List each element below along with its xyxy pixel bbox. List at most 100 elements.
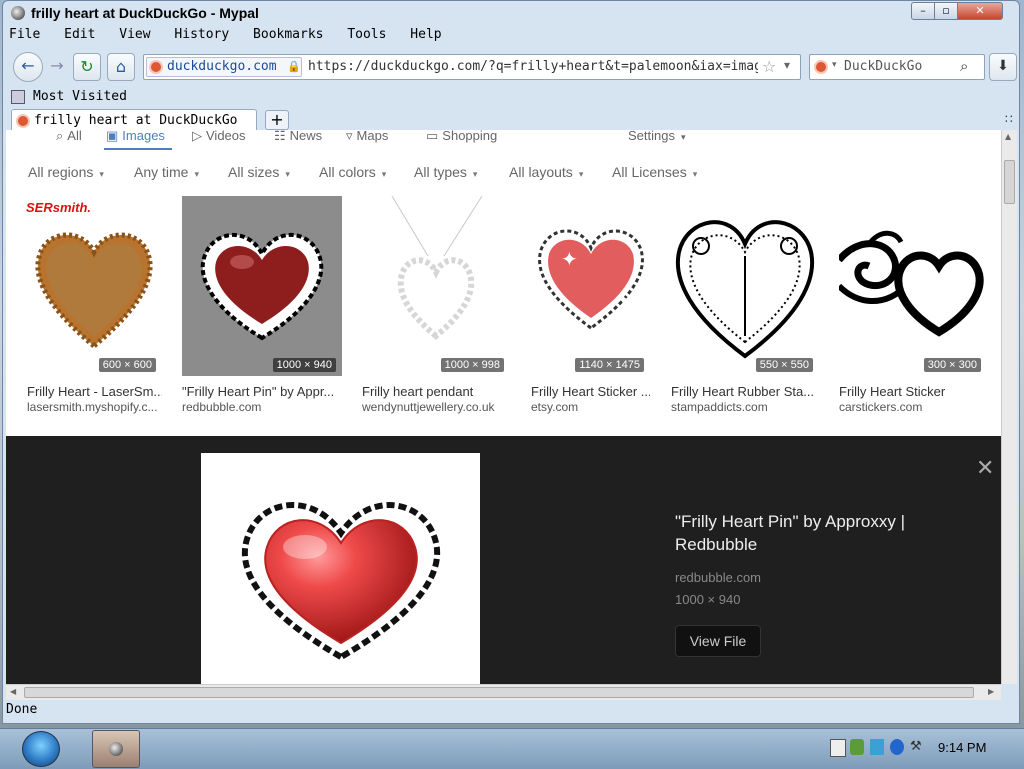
maximize-button[interactable]: ▫ — [934, 2, 958, 20]
download-arrow-icon: ⬇ — [997, 58, 1009, 74]
detail-dimensions: 1000 × 940 — [675, 592, 741, 607]
filter-regions[interactable]: All regions ▾ — [28, 164, 104, 180]
forward-button[interactable]: → — [43, 53, 71, 81]
minimize-button[interactable]: – — [911, 2, 935, 20]
back-button[interactable]: ← — [13, 52, 43, 82]
filter-sizes[interactable]: All sizes ▾ — [228, 164, 290, 180]
image-result-4[interactable]: ✦ ✦ 1140 × 1475 — [531, 196, 650, 376]
vertical-scrollbar[interactable]: ▲ — [1001, 130, 1017, 684]
bookmark-star-icon[interactable]: ☆ — [762, 57, 776, 76]
result-caption[interactable]: Frilly heart pendant — [362, 384, 510, 399]
filter-layouts[interactable]: All layouts ▾ — [509, 164, 583, 180]
menu-view[interactable]: View — [119, 27, 150, 42]
result-source[interactable]: etsy.com — [531, 400, 650, 414]
search-bar[interactable]: ▾ DuckDuckGo ⌕ — [809, 54, 985, 80]
result-source[interactable]: stampaddicts.com — [671, 400, 819, 414]
menu-edit[interactable]: Edit — [64, 27, 95, 42]
serp-tab-maps[interactable]: ▿ Maps — [346, 130, 388, 144]
taskbar-clock[interactable]: 9:14 PM — [938, 740, 986, 755]
serp-tab-videos[interactable]: ▷ Videos — [192, 130, 246, 144]
horizontal-scrollbar[interactable]: ◀ ▶ — [6, 684, 1001, 700]
search-engine-dropdown-icon[interactable]: ▾ — [832, 60, 837, 70]
tab-strip: frilly heart at DuckDuckGo + ∷ — [9, 109, 1019, 133]
image-result-1[interactable]: SERsmith. 600 × 600 — [26, 196, 162, 376]
search-input[interactable]: DuckDuckGo — [844, 59, 922, 74]
menu-bookmarks[interactable]: Bookmarks — [253, 27, 323, 42]
url-text[interactable]: https://duckduckgo.com/?q=frilly+heart&t… — [308, 59, 758, 74]
image-result-2[interactable]: 1000 × 940 — [182, 196, 342, 376]
scroll-up-icon[interactable]: ▲ — [1005, 132, 1011, 141]
serp-tab-images[interactable]: ▣ Images — [106, 130, 165, 144]
search-icon[interactable]: ⌕ — [960, 57, 968, 75]
chevron-down-icon: ▾ — [381, 169, 387, 179]
detail-domain[interactable]: redbubble.com — [675, 570, 761, 585]
result-caption[interactable]: Frilly Heart Rubber Sta... — [671, 384, 819, 399]
filter-time[interactable]: Any time ▾ — [134, 164, 199, 180]
result-source[interactable]: wendynuttjewellery.co.uk — [362, 400, 510, 414]
mypal-app-icon — [109, 742, 123, 756]
security-icon[interactable] — [850, 739, 864, 755]
result-image — [26, 196, 162, 376]
detail-preview-image[interactable] — [201, 453, 480, 684]
reload-icon: ↻ — [80, 57, 94, 76]
settings-dropdown[interactable]: Settings ▾ — [628, 130, 686, 143]
result-caption[interactable]: "Frilly Heart Pin" by Appr... — [182, 384, 340, 399]
detail-title[interactable]: "Frilly Heart Pin" by Approxxy | Redbubb… — [675, 510, 945, 556]
close-icon[interactable]: ✕ — [976, 456, 994, 481]
url-dropdown-icon[interactable]: ▾ — [784, 58, 790, 72]
menu-tools[interactable]: Tools — [347, 27, 386, 42]
scroll-left-icon[interactable]: ◀ — [10, 687, 16, 696]
most-visited-bookmark[interactable]: Most Visited — [33, 89, 127, 104]
serp-tab-shopping[interactable]: ▭ Shopping — [426, 130, 497, 144]
result-image — [362, 196, 510, 376]
tools-icon[interactable]: ⚒ — [910, 739, 924, 755]
filter-types[interactable]: All types ▾ — [414, 164, 477, 180]
status-text: Done — [6, 702, 38, 717]
downloads-button[interactable]: ⬇ — [989, 53, 1017, 81]
chevron-down-icon: ▾ — [680, 132, 686, 142]
result-source[interactable]: carstickers.com — [839, 400, 987, 414]
taskbar-mypal-button[interactable] — [92, 730, 140, 768]
close-window-button[interactable]: ✕ — [957, 2, 1003, 20]
result-caption[interactable]: Frilly Heart Sticker — [839, 384, 987, 399]
chevron-down-icon: ▾ — [578, 169, 584, 179]
image-dimensions: 1140 × 1475 — [575, 358, 644, 372]
image-detail-pane: "Frilly Heart Pin" by Approxxy | Redbubb… — [6, 436, 1001, 684]
chevron-down-icon: ▾ — [194, 169, 199, 179]
tab-list-icon[interactable]: ∷ — [1005, 112, 1013, 126]
horizontal-scroll-thumb[interactable] — [24, 687, 974, 698]
menu-help[interactable]: Help — [410, 27, 441, 42]
network-icon[interactable] — [870, 739, 884, 755]
image-result-6[interactable]: 300 × 300 — [839, 196, 987, 376]
filter-colors[interactable]: All colors ▾ — [319, 164, 386, 180]
scroll-right-icon[interactable]: ▶ — [988, 687, 994, 696]
vertical-scroll-thumb[interactable] — [1004, 160, 1015, 204]
address-bar[interactable]: duckduckgo.com 🔒 https://duckduckgo.com/… — [143, 54, 801, 80]
view-file-button[interactable]: View File — [675, 625, 761, 657]
menu-file[interactable]: File — [9, 27, 40, 42]
globe-icon[interactable] — [890, 739, 904, 755]
chevron-down-icon: ▾ — [692, 169, 698, 179]
menu-history[interactable]: History — [174, 27, 229, 42]
image-result-3[interactable]: 1000 × 998 — [362, 196, 510, 376]
start-button[interactable] — [22, 731, 60, 767]
duckduckgo-favicon-icon — [149, 60, 163, 74]
taskbar: ⚒ 9:14 PM — [0, 728, 1024, 769]
action-center-icon[interactable] — [830, 739, 846, 757]
result-caption[interactable]: Frilly Heart Sticker ... — [531, 384, 650, 399]
serp-tab-news[interactable]: ☷ News — [274, 130, 322, 144]
result-source[interactable]: lasersmith.myshopify.c... — [27, 400, 162, 414]
serp-tab-all[interactable]: ⌕ All — [56, 130, 82, 144]
result-caption[interactable]: Frilly Heart - LaserSm... — [27, 384, 162, 399]
site-identity-badge[interactable]: duckduckgo.com 🔒 — [146, 57, 302, 77]
result-source[interactable]: redbubble.com — [182, 400, 340, 414]
new-tab-button[interactable]: + — [265, 110, 289, 130]
image-result-5[interactable]: 550 × 550 — [671, 196, 819, 376]
home-button[interactable]: ⌂ — [107, 53, 135, 81]
system-tray: ⚒ — [830, 739, 930, 759]
reload-button[interactable]: ↻ — [73, 53, 101, 81]
title-bar[interactable]: frilly heart at DuckDuckGo - Mypal – ▫ ✕ — [3, 1, 1019, 25]
filter-licenses[interactable]: All Licenses ▾ — [612, 164, 697, 180]
search-engine-icon[interactable] — [814, 60, 828, 74]
result-image: ✦ ✦ — [531, 196, 650, 376]
